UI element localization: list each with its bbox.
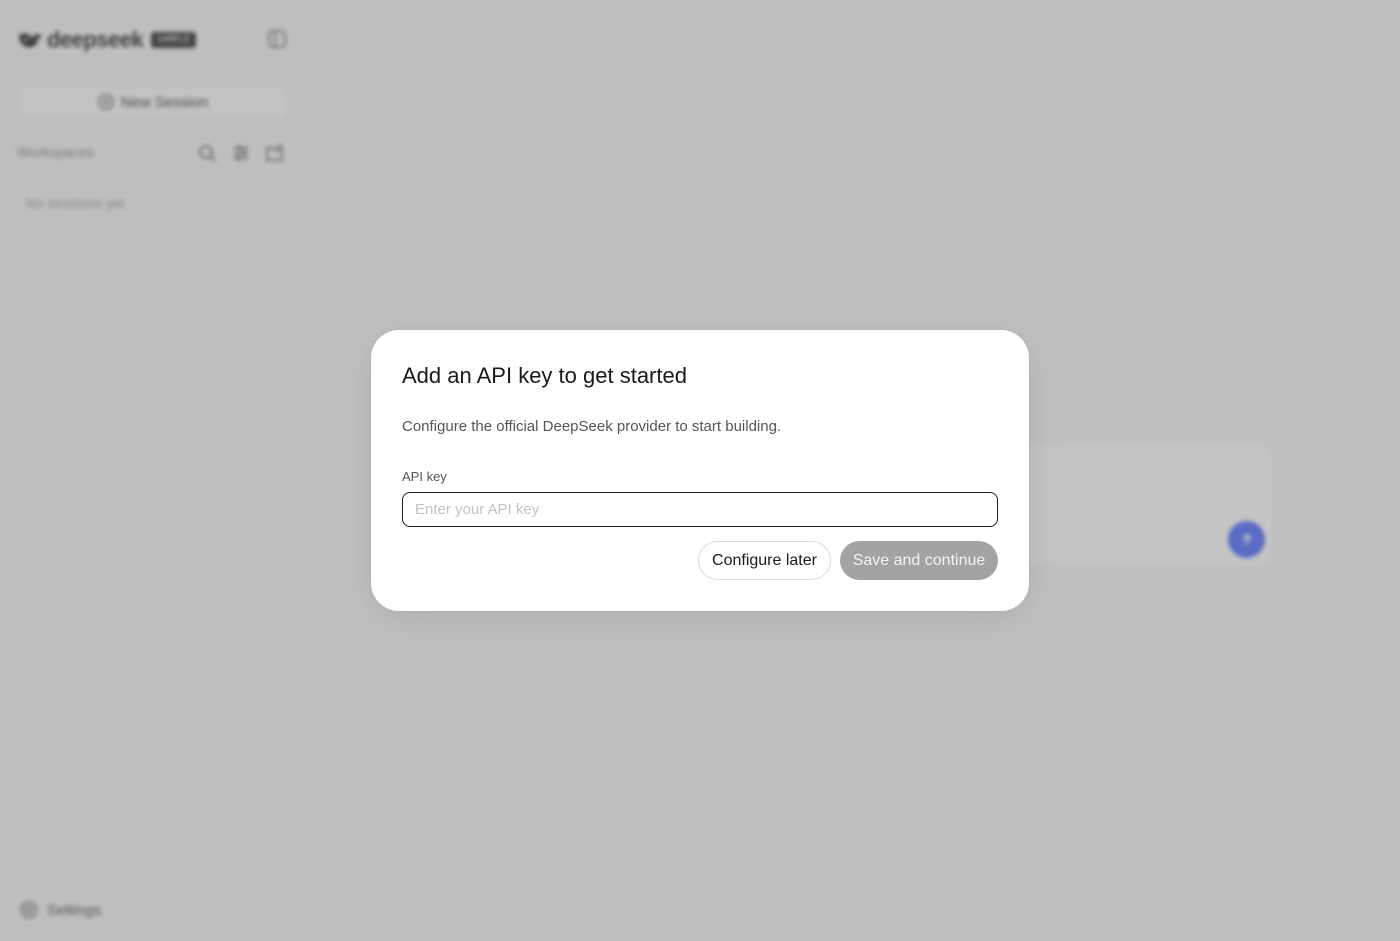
dialog-description: Configure the official DeepSeek provider…	[402, 418, 782, 435]
save-and-continue-button[interactable]: Save and continue	[840, 541, 998, 580]
api-key-input[interactable]	[402, 492, 998, 527]
configure-later-button[interactable]: Configure later	[698, 541, 831, 580]
api-key-label: API key	[402, 469, 447, 484]
dialog-title: Add an API key to get started	[402, 363, 687, 388]
api-key-dialog: Add an API key to get started Configure …	[371, 330, 1029, 611]
app-window: deepseek SAMPLE New Session Workspaces N…	[0, 0, 1400, 941]
